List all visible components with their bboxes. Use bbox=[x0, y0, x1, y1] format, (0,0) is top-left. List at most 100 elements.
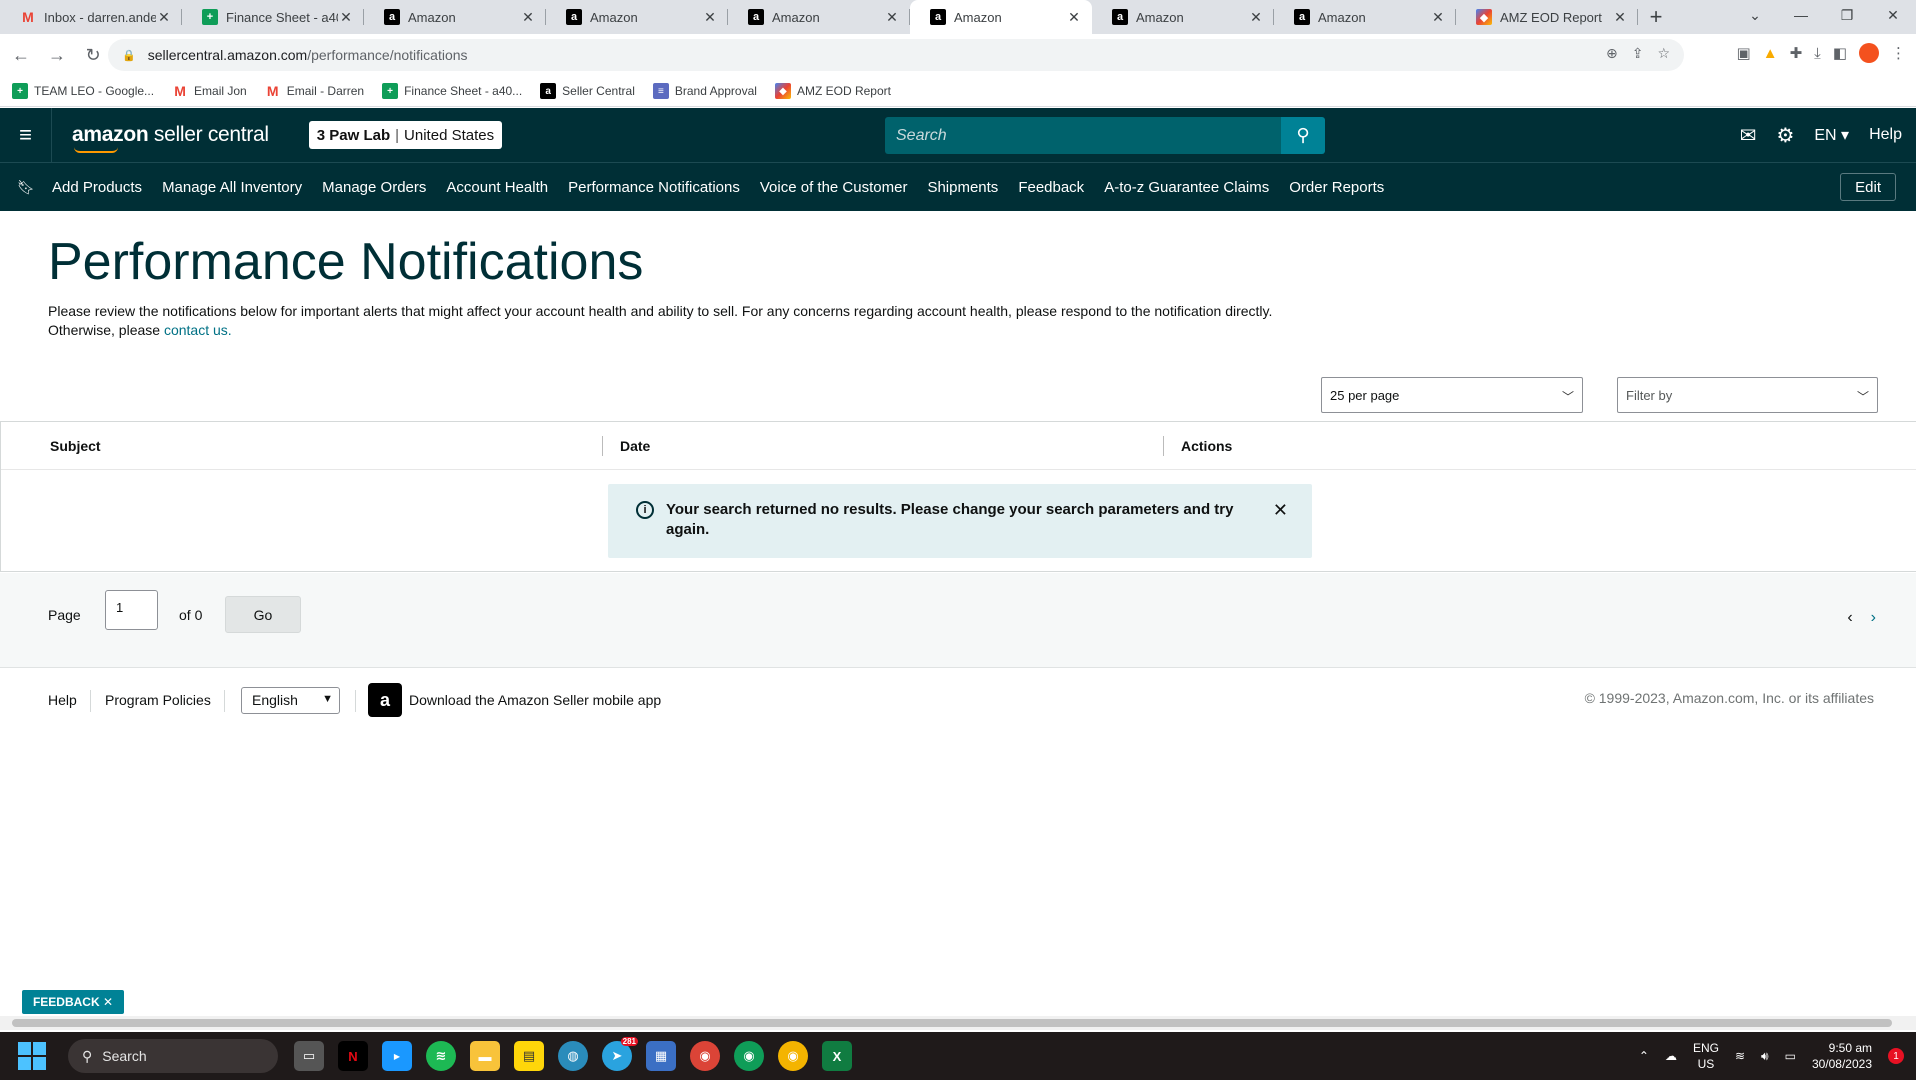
bookmark-item[interactable]: M Email - Darren bbox=[265, 83, 364, 99]
amazon-seller-app-icon[interactable]: a bbox=[368, 683, 402, 717]
browser-tab[interactable]: a Amazon ✕ bbox=[546, 0, 728, 34]
excel-icon[interactable]: X bbox=[822, 1041, 852, 1071]
tab-close-icon[interactable]: ✕ bbox=[884, 9, 900, 26]
help-link[interactable]: Help bbox=[1869, 126, 1902, 144]
wifi-icon[interactable]: ≋ bbox=[1735, 1049, 1745, 1063]
chrome-active-icon[interactable]: ◉ bbox=[778, 1041, 808, 1071]
taskbar-search[interactable]: ⚲ Search bbox=[68, 1039, 278, 1073]
nav-item[interactable]: Feedback bbox=[1018, 179, 1084, 196]
tab-search-icon[interactable]: ⌄ bbox=[1732, 0, 1778, 30]
footer-help-link[interactable]: Help bbox=[48, 692, 77, 708]
nav-item[interactable]: Add Products bbox=[52, 179, 142, 196]
task-view-icon[interactable]: ▭ bbox=[294, 1041, 324, 1071]
language-selector[interactable]: EN ▾ bbox=[1814, 125, 1849, 145]
address-bar[interactable]: 🔒 sellercentral.amazon.com/performance/n… bbox=[108, 39, 1684, 71]
column-date[interactable]: Date bbox=[620, 438, 650, 454]
prev-page-icon[interactable]: ‹ bbox=[1847, 609, 1852, 627]
nav-item[interactable]: Shipments bbox=[927, 179, 998, 196]
nav-edit-button[interactable]: Edit bbox=[1840, 173, 1896, 201]
tab-close-icon[interactable]: ✕ bbox=[1248, 9, 1264, 26]
netflix-icon[interactable]: N bbox=[338, 1041, 368, 1071]
per-page-select[interactable]: 25 per page ﹀ bbox=[1321, 377, 1583, 413]
browser-tab[interactable]: ◆ AMZ EOD Report ✕ bbox=[1456, 0, 1638, 34]
bookmark-item[interactable]: a Seller Central bbox=[540, 83, 635, 99]
bookmark-item[interactable]: ◆ AMZ EOD Report bbox=[774, 83, 891, 99]
nav-item[interactable]: A-to-z Guarantee Claims bbox=[1104, 179, 1269, 196]
go-button[interactable]: Go bbox=[225, 596, 301, 633]
restore-button[interactable]: ❐ bbox=[1824, 0, 1870, 30]
contact-us-link[interactable]: contact us. bbox=[164, 322, 232, 338]
nav-bookmark-icon[interactable]: 🔖︎ bbox=[0, 179, 52, 196]
keyboard-language[interactable]: ENG US bbox=[1693, 1040, 1719, 1072]
program-policies-link[interactable]: Program Policies bbox=[105, 692, 211, 708]
browser-menu-icon[interactable]: ⋮ bbox=[1891, 44, 1906, 62]
page-number-input[interactable]: 1 bbox=[105, 590, 158, 630]
extension-alert-icon[interactable]: ▲ bbox=[1763, 45, 1778, 62]
nav-item[interactable]: Account Health bbox=[446, 179, 548, 196]
menu-hamburger-icon[interactable]: ≡ bbox=[0, 108, 52, 162]
maps-icon[interactable]: ◍ bbox=[558, 1041, 588, 1071]
share-icon[interactable]: ⇪ bbox=[1632, 45, 1644, 62]
nav-item[interactable]: Manage Orders bbox=[322, 179, 426, 196]
browser-tab[interactable]: a Amazon ✕ bbox=[364, 0, 546, 34]
nav-item[interactable]: Manage All Inventory bbox=[162, 179, 302, 196]
settings-gear-icon[interactable]: ⚙ bbox=[1776, 123, 1794, 148]
mail-icon[interactable]: ✉ bbox=[1740, 123, 1757, 148]
forward-button[interactable]: → bbox=[42, 40, 72, 70]
close-icon[interactable]: ✕ bbox=[1273, 500, 1288, 520]
browser-tab[interactable]: a Amazon ✕ bbox=[1092, 0, 1274, 34]
search-button[interactable]: ⚲ bbox=[1281, 117, 1325, 154]
bookmark-star-icon[interactable]: ☆ bbox=[1657, 45, 1670, 62]
chrome-profile-icon[interactable]: ◉ bbox=[734, 1041, 764, 1071]
tab-close-icon[interactable]: ✕ bbox=[338, 9, 354, 26]
zoom-icon[interactable]: ⊕ bbox=[1606, 45, 1618, 62]
file-explorer-icon[interactable]: ▬ bbox=[470, 1041, 500, 1071]
back-button[interactable]: ← bbox=[6, 40, 36, 70]
close-icon[interactable]: ✕ bbox=[103, 995, 113, 1009]
onedrive-icon[interactable]: ☁ bbox=[1665, 1049, 1677, 1063]
bookmark-item[interactable]: ≡ Brand Approval bbox=[652, 83, 757, 99]
download-app-link[interactable]: Download the Amazon Seller mobile app bbox=[409, 692, 661, 708]
telegram-icon[interactable]: ➤ 281 bbox=[602, 1037, 638, 1071]
next-page-icon[interactable]: › bbox=[1871, 609, 1876, 627]
tab-close-icon[interactable]: ✕ bbox=[1430, 9, 1446, 26]
tab-close-icon[interactable]: ✕ bbox=[1066, 9, 1082, 26]
tab-close-icon[interactable]: ✕ bbox=[1612, 9, 1628, 26]
new-tab-button[interactable]: + bbox=[1638, 0, 1674, 34]
footer-language-select[interactable]: English ▼ bbox=[241, 687, 340, 714]
browser-tab[interactable]: a Amazon ✕ bbox=[1274, 0, 1456, 34]
tab-close-icon[interactable]: ✕ bbox=[702, 9, 718, 26]
minimize-button[interactable]: — bbox=[1778, 0, 1824, 30]
battery-icon[interactable]: ▭ bbox=[1785, 1049, 1796, 1063]
nav-item[interactable]: Order Reports bbox=[1289, 179, 1384, 196]
filter-select[interactable]: Filter by ﹀ bbox=[1617, 377, 1878, 413]
download-icon[interactable]: ⤓ bbox=[1814, 45, 1821, 62]
bookmark-item[interactable]: + TEAM LEO - Google... bbox=[12, 83, 154, 99]
nav-item[interactable]: Performance Notifications bbox=[568, 179, 740, 196]
browser-tab[interactable]: M Inbox - darren.anderso✕ bbox=[0, 0, 182, 34]
column-subject[interactable]: Subject bbox=[50, 438, 101, 454]
side-panel-icon[interactable]: ◧ bbox=[1833, 44, 1847, 62]
lock-icon[interactable]: 🔒 bbox=[122, 49, 136, 62]
store-switcher[interactable]: 3 Paw Lab | United States bbox=[308, 121, 503, 149]
taskbar-clock[interactable]: 9:50 am 30/08/2023 bbox=[1812, 1040, 1872, 1072]
horizontal-scrollbar[interactable] bbox=[0, 1016, 1916, 1030]
notification-badge[interactable]: 1 bbox=[1888, 1048, 1904, 1064]
chrome-icon[interactable]: ◉ bbox=[690, 1041, 720, 1071]
close-window-button[interactable]: ✕ bbox=[1870, 0, 1916, 30]
browser-tab[interactable]: a Amazon ✕ bbox=[910, 0, 1092, 34]
search-input[interactable]: Search bbox=[885, 117, 1281, 154]
feedback-button[interactable]: FEEDBACK ✕ bbox=[22, 990, 124, 1014]
prime-video-icon[interactable]: ▶ bbox=[382, 1041, 412, 1071]
show-hidden-icons[interactable]: ⌃ bbox=[1639, 1049, 1649, 1063]
extension-off-icon[interactable]: ▣ bbox=[1737, 44, 1751, 62]
tab-close-icon[interactable]: ✕ bbox=[156, 9, 172, 26]
sticky-notes-icon[interactable]: ▤ bbox=[514, 1041, 544, 1071]
nav-item[interactable]: Voice of the Customer bbox=[760, 179, 908, 196]
profile-avatar[interactable] bbox=[1859, 43, 1879, 63]
browser-tab[interactable]: + Finance Sheet - a40 - S✕ bbox=[182, 0, 364, 34]
volume-icon[interactable]: 🔊︎ bbox=[1761, 1049, 1769, 1064]
browser-tab[interactable]: a Amazon ✕ bbox=[728, 0, 910, 34]
spotify-icon[interactable]: ≋ bbox=[426, 1041, 456, 1071]
bookmark-item[interactable]: M Email Jon bbox=[172, 83, 247, 99]
